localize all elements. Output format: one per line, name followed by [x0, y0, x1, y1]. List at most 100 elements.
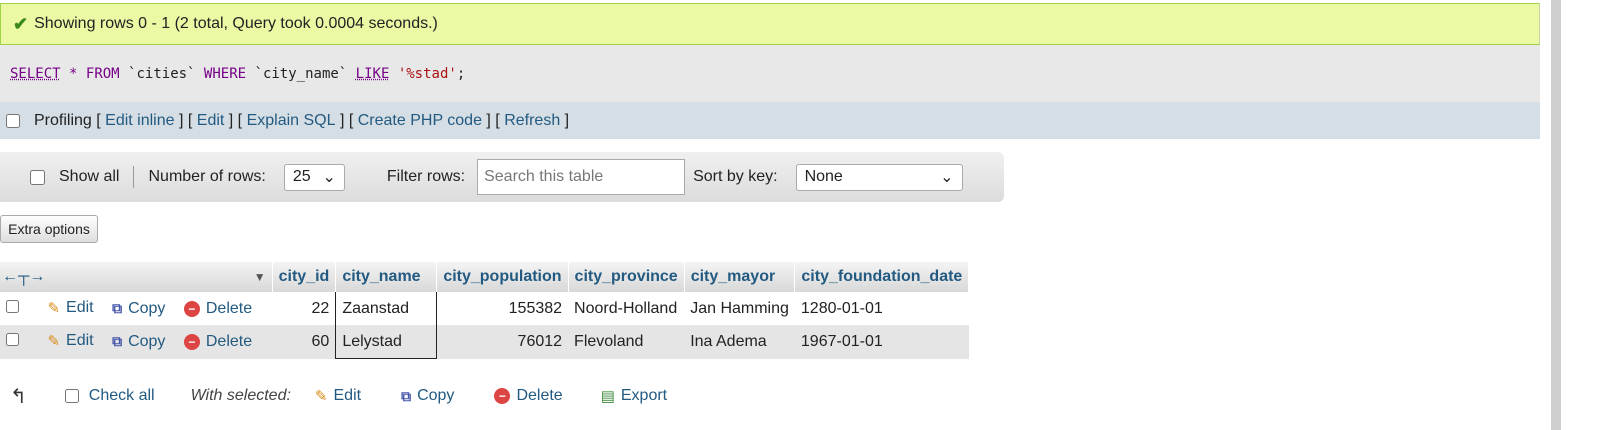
cell-city-name[interactable]: Zaanstad: [335, 292, 438, 325]
table-row: ✎ Edit ⧉ Copy − Delete 60 Lelystad 76012 Fl…: [0, 325, 969, 359]
create-php-code-link[interactable]: Create PHP code: [358, 112, 482, 130]
bulk-edit-button[interactable]: ✎ Edit: [315, 387, 361, 405]
sql-star: *: [69, 65, 78, 82]
with-selected-label: With selected:: [190, 387, 291, 404]
sql-end: ;: [456, 65, 466, 82]
column-header-city-foundation-date[interactable]: city_foundation_date: [794, 262, 970, 292]
explain-sql-link[interactable]: Explain SQL: [247, 112, 336, 130]
sql-value: '%stad': [397, 65, 457, 82]
table-row: ✎ Edit ⧉ Copy − Delete 22 Zaanstad 155382 N…: [0, 292, 969, 325]
chevron-down-icon: ⌄: [322, 169, 336, 186]
cell-city-mayor[interactable]: Jan Hamming: [684, 292, 795, 325]
check-all-link[interactable]: Check all: [89, 387, 155, 405]
success-message: ✔ Showing rows 0 - 1 (2 total, Query too…: [0, 3, 1540, 45]
sql-from: FROM: [85, 65, 120, 82]
edit-label: Edit: [66, 299, 94, 316]
cell-city-province[interactable]: Flevoland: [568, 325, 685, 359]
sql-where: WHERE: [203, 65, 247, 82]
filter-label: Filter rows:: [386, 168, 466, 185]
cell-city-id[interactable]: 60: [272, 325, 336, 359]
cell-city-population[interactable]: 76012: [436, 325, 569, 359]
navigation-bar: Show all Number of rows: 25 ⌄ Filter row…: [0, 152, 1004, 202]
rows-label: Number of rows:: [148, 168, 266, 185]
copy-icon: ⧉: [401, 387, 412, 404]
sort-select-value: None: [804, 168, 843, 185]
delete-icon: −: [183, 334, 200, 351]
pencil-icon: ✎: [47, 300, 61, 317]
bulk-export-button[interactable]: ▤ Export: [601, 387, 667, 405]
show-all-label: Show all: [59, 168, 120, 185]
row-delete-button[interactable]: − Delete: [183, 333, 253, 351]
column-controls: ←┬→ ▼: [0, 262, 273, 292]
sql-query[interactable]: SELECT * FROM `cities` WHERE `city_name`…: [0, 45, 1540, 102]
cell-city-mayor[interactable]: Ina Adema: [684, 325, 795, 359]
delete-label: Delete: [205, 300, 253, 317]
copy-icon: ⧉: [112, 300, 123, 316]
column-header-city-name[interactable]: city_name: [335, 262, 438, 292]
cell-city-population[interactable]: 155382: [436, 292, 569, 325]
column-header-city-mayor[interactable]: city_mayor: [684, 262, 796, 292]
bulk-copy-label: Copy: [417, 387, 455, 404]
results-table: ←┬→ ▼ city_id city_name city_population …: [0, 262, 970, 359]
delete-icon: −: [494, 388, 511, 404]
delete-icon: −: [183, 301, 200, 317]
column-header-city-id[interactable]: city_id: [272, 262, 337, 292]
refresh-link[interactable]: Refresh: [504, 112, 560, 130]
row-checkbox[interactable]: [6, 300, 19, 313]
chevron-down-icon: ⌄: [940, 169, 954, 186]
filter-placeholder: Search this table: [484, 168, 604, 185]
column-header-city-population[interactable]: city_population: [436, 262, 569, 292]
sql-column: `city_name`: [254, 65, 348, 82]
rows-select-value: 25: [292, 168, 311, 185]
sort-label: Sort by key:: [693, 168, 778, 185]
check-all-checkbox[interactable]: [64, 389, 79, 403]
row-copy-button[interactable]: ⧉ Copy: [112, 333, 165, 351]
cell-city-foundation-date[interactable]: 1967-01-01: [794, 325, 969, 359]
bulk-delete-label: Delete: [516, 387, 563, 404]
filter-input[interactable]: Search this table: [477, 159, 686, 195]
edit-inline-link[interactable]: Edit inline: [105, 112, 174, 130]
divider: [133, 166, 135, 188]
row-delete-button[interactable]: − Delete: [183, 300, 253, 318]
bulk-export-label: Export: [620, 387, 668, 404]
cell-city-name[interactable]: Lelystad: [335, 325, 438, 359]
bulk-edit-label: Edit: [333, 387, 362, 404]
arrow-up-left-icon: ↰: [10, 385, 27, 408]
export-icon: ▤: [600, 388, 615, 405]
sort-select[interactable]: None ⌄: [795, 163, 963, 191]
resize-columns-icon[interactable]: ←┬→: [2, 268, 45, 286]
copy-label: Copy: [128, 299, 166, 317]
sql-table: `cities`: [128, 65, 196, 82]
extra-options-button[interactable]: Extra options: [0, 215, 98, 243]
cell-city-foundation-date[interactable]: 1280-01-01: [794, 292, 969, 325]
query-tools: Profiling [ Edit inline ] [ Edit ] [ Exp…: [0, 102, 1540, 139]
bulk-delete-button[interactable]: − Delete: [494, 387, 563, 405]
success-text: Showing rows 0 - 1 (2 total, Query took …: [34, 15, 438, 32]
profiling-checkbox[interactable]: [6, 113, 20, 128]
row-edit-button[interactable]: ✎ Edit: [47, 332, 93, 350]
profiling-label: Profiling: [34, 111, 92, 129]
bulk-actions: ↰ Check all With selected: ✎ Edit ⧉ Copy −…: [0, 378, 681, 414]
column-header-city-province[interactable]: city_province: [568, 262, 685, 292]
show-all-checkbox[interactable]: [30, 169, 45, 185]
row-actions: ✎ Edit ⧉ Copy − Delete: [0, 325, 273, 359]
row-copy-button[interactable]: ⧉ Copy: [112, 300, 165, 318]
row-edit-button[interactable]: ✎ Edit: [47, 299, 93, 317]
rows-select[interactable]: 25 ⌄: [283, 163, 345, 191]
pencil-icon: ✎: [314, 388, 328, 405]
row-checkbox[interactable]: [6, 333, 19, 347]
sql-like: LIKE: [355, 65, 390, 82]
scrollbar[interactable]: [1551, 0, 1561, 430]
copy-icon: ⧉: [112, 333, 123, 350]
pencil-icon: ✎: [47, 333, 61, 351]
cell-city-id[interactable]: 22: [272, 292, 336, 325]
table-header-row: ←┬→ ▼ city_id city_name city_population …: [0, 262, 970, 292]
row-actions: ✎ Edit ⧉ Copy − Delete: [0, 292, 273, 325]
edit-link[interactable]: Edit: [197, 112, 225, 130]
cell-city-province[interactable]: Noord-Holland: [568, 292, 685, 325]
bulk-copy-button[interactable]: ⧉ Copy: [401, 387, 454, 405]
checkmark-icon: ✔: [13, 13, 29, 34]
dropdown-triangle-icon[interactable]: ▼: [254, 270, 266, 284]
edit-label: Edit: [66, 332, 94, 350]
delete-label: Delete: [205, 333, 253, 351]
